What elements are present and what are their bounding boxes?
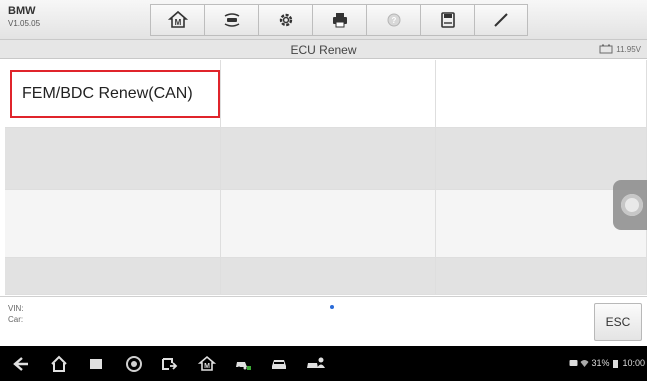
help-button[interactable]: ? bbox=[366, 4, 420, 36]
svg-text:M: M bbox=[174, 18, 181, 27]
printer-icon bbox=[332, 13, 347, 28]
system-navigation-bar: M 31% 10:00 bbox=[0, 346, 647, 381]
gear-icon bbox=[279, 13, 292, 27]
screenshot-button[interactable] bbox=[158, 354, 180, 374]
page-title: ECU Renew bbox=[290, 43, 357, 57]
vehicle-diagnostics-button[interactable] bbox=[232, 354, 254, 374]
menu-item-label: FEM/BDC Renew(CAN) bbox=[22, 85, 193, 102]
browser-button[interactable] bbox=[123, 354, 145, 374]
battery-voltage: 11.95V bbox=[599, 44, 641, 54]
house-icon bbox=[51, 355, 67, 372]
vehicle-info-bar: VIN: Car: ESC bbox=[0, 296, 647, 346]
grid-cell bbox=[221, 60, 436, 128]
svg-text:M: M bbox=[204, 363, 210, 370]
app-name: BMW bbox=[8, 5, 36, 17]
grid-cell bbox=[436, 258, 647, 295]
help-icon: ? bbox=[387, 13, 400, 27]
back-arrow-icon bbox=[13, 357, 28, 371]
wifi-icon bbox=[580, 359, 589, 367]
car-label: Car: bbox=[8, 315, 24, 324]
home-icon: M bbox=[167, 10, 188, 28]
maxisys-home-button[interactable]: M bbox=[196, 354, 218, 374]
vehicle-swap-icon bbox=[224, 13, 239, 27]
page-indicator-dot bbox=[330, 305, 334, 309]
clock: 10:00 bbox=[622, 358, 645, 368]
grid-cell bbox=[5, 128, 221, 190]
function-grid: FEM/BDC Renew(CAN) bbox=[5, 60, 647, 295]
title-bar: ECU Renew 11.95V bbox=[0, 40, 647, 59]
menu-item-fem-bdc-renew[interactable]: FEM/BDC Renew(CAN) bbox=[10, 70, 220, 118]
settings-button[interactable] bbox=[258, 4, 312, 36]
screenshot-icon bbox=[162, 358, 178, 370]
app-brand: BMW V1.05.05 bbox=[8, 6, 40, 28]
home-button[interactable]: M bbox=[150, 4, 204, 36]
vehicle-user-button[interactable] bbox=[304, 354, 326, 374]
vin-label: VIN: bbox=[8, 304, 24, 313]
esc-button[interactable]: ESC bbox=[594, 303, 642, 341]
assistive-touch-button[interactable] bbox=[613, 180, 647, 230]
save-icon bbox=[440, 12, 455, 28]
chrome-icon bbox=[126, 356, 142, 372]
save-button[interactable] bbox=[420, 4, 474, 36]
svg-text:?: ? bbox=[391, 16, 396, 25]
grid-cell bbox=[5, 258, 221, 295]
vehicle-button[interactable] bbox=[268, 354, 290, 374]
car-diagnostics-icon bbox=[236, 362, 251, 370]
grid-cell bbox=[221, 258, 436, 295]
grid-cell bbox=[221, 128, 436, 190]
grid-cell bbox=[436, 60, 647, 128]
grid-cell bbox=[221, 190, 436, 258]
recent-apps-icon bbox=[90, 359, 102, 369]
pen-icon bbox=[494, 13, 508, 27]
top-toolbar: BMW V1.05.05 M ? bbox=[0, 0, 647, 40]
vehicle-info: VIN: Car: bbox=[8, 303, 24, 325]
back-button[interactable] bbox=[10, 354, 32, 374]
vehicle-swap-button[interactable] bbox=[204, 4, 258, 36]
recent-apps-button[interactable] bbox=[85, 354, 107, 374]
grid-cell bbox=[5, 190, 221, 258]
status-area: 31% 10:00 bbox=[569, 358, 645, 368]
message-icon bbox=[569, 359, 578, 366]
annotate-button[interactable] bbox=[474, 4, 528, 36]
car-battery-icon bbox=[599, 44, 613, 54]
car-icon bbox=[272, 360, 286, 369]
home-icon: M bbox=[197, 355, 217, 371]
print-button[interactable] bbox=[312, 4, 366, 36]
app-version: V1.05.05 bbox=[8, 19, 41, 28]
battery-icon bbox=[613, 359, 619, 368]
toolbar-buttons: M ? bbox=[150, 4, 528, 36]
battery-voltage-value: 11.95V bbox=[616, 44, 641, 54]
battery-percent: 31% bbox=[591, 358, 610, 368]
car-person-icon bbox=[307, 357, 325, 368]
home-nav-button[interactable] bbox=[48, 354, 70, 374]
